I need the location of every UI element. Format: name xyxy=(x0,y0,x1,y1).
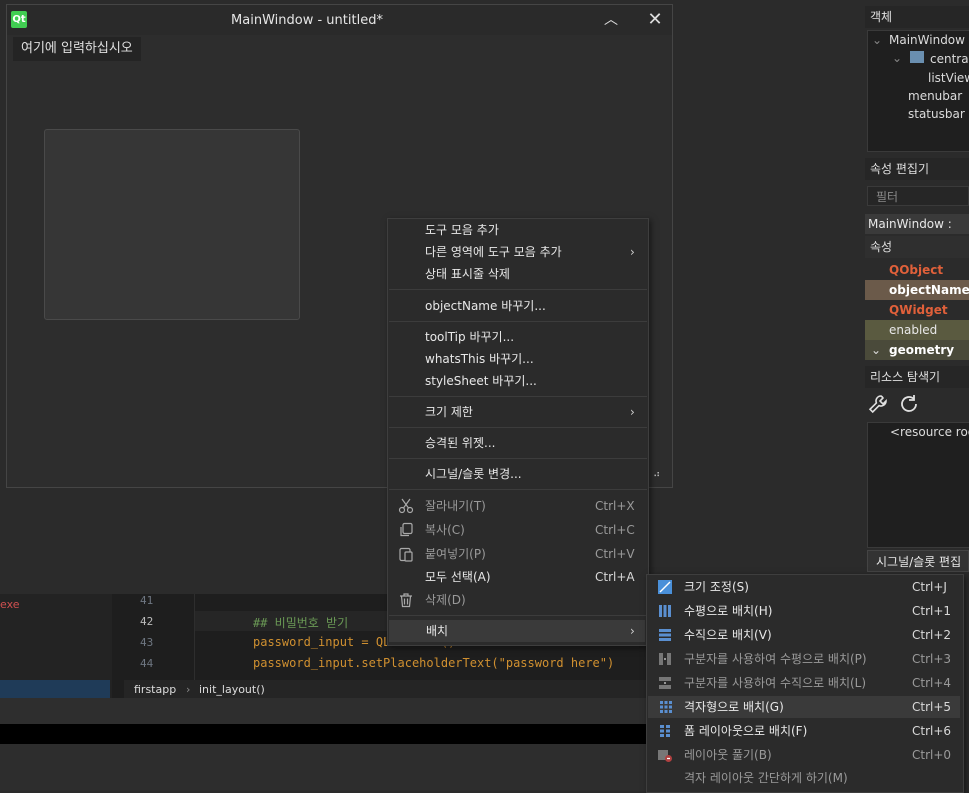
line-number-gutter: 41 42 43 44 xyxy=(124,594,195,684)
menu-item-change-tooltip[interactable]: toolTip 바꾸기... xyxy=(388,326,648,348)
menu-item-size-constraints[interactable]: 크기 제한 › xyxy=(388,401,648,423)
menu-separator xyxy=(389,615,647,616)
submenu-item-horizontal[interactable]: 수평으로 배치(H) Ctrl+1 xyxy=(647,600,963,622)
breadcrumb-file[interactable]: firstapp xyxy=(134,680,176,700)
property-column-header: 속성 xyxy=(865,236,969,258)
tree-item-menubar[interactable]: menubar xyxy=(908,89,962,103)
menu-separator xyxy=(389,289,647,290)
property-group-qobject: QObject xyxy=(889,263,944,277)
layout-submenu[interactable]: 크기 조정(S) Ctrl+J 수평으로 배치(H) Ctrl+1 수직으로 배치(… xyxy=(646,574,964,793)
chevron-down-icon[interactable]: ⌄ xyxy=(892,51,902,65)
form-menubar: 여기에 입력하십시오 xyxy=(7,35,672,63)
menu-item-select-all[interactable]: 모두 선택(A) Ctrl+A xyxy=(388,566,648,588)
menu-item-cut[interactable]: 잘라내기(T) Ctrl+X xyxy=(388,495,648,517)
submenu-item-h-splitter[interactable]: 구분자를 사용하여 수평으로 배치(P) Ctrl+3 xyxy=(647,648,963,670)
menu-item-change-signals-slots[interactable]: 시그널/슬롯 변경... xyxy=(388,463,648,485)
menu-item-change-whatsthis[interactable]: whatsThis 바꾸기... xyxy=(388,348,648,370)
submenu-item-grid[interactable]: 격자형으로 배치(G) Ctrl+5 xyxy=(648,696,960,718)
submenu-item-simplify-grid[interactable]: 격자 레이아웃 간단하게 하기(M) xyxy=(647,767,963,789)
menu-separator xyxy=(389,489,647,490)
h-splitter-icon xyxy=(659,653,671,665)
file-label: exe xyxy=(0,598,20,611)
editor-file-panel: exe xyxy=(0,594,112,704)
grid-layout-icon xyxy=(660,701,672,713)
context-menu[interactable]: 도구 모음 추가 다른 영역에 도구 모음 추가 › 상태 표시줄 삭제 obje… xyxy=(387,218,649,646)
submenu-item-break-layout[interactable]: 레이아웃 풀기(B) Ctrl+0 xyxy=(647,744,963,766)
property-editor-header: 속성 편집기 xyxy=(865,158,969,180)
tree-item-mainwindow[interactable]: MainWindow xyxy=(889,33,965,47)
vertical-layout-icon xyxy=(659,629,671,641)
form-titlebar: Qt MainWindow - untitled* ︿ ✕ xyxy=(7,5,672,35)
menu-separator xyxy=(389,458,647,459)
window-title: MainWindow - untitled* xyxy=(231,13,383,28)
chevron-right-icon: › xyxy=(630,245,635,259)
chevron-right-icon: › xyxy=(630,624,635,638)
chevron-down-icon[interactable]: ⌄ xyxy=(872,33,882,47)
maximize-button[interactable]: ︿ xyxy=(599,7,623,33)
break-layout-icon xyxy=(658,750,672,762)
menu-item-add-toolbar-other-area[interactable]: 다른 영역에 도구 모음 추가 › xyxy=(388,241,648,263)
copy-icon xyxy=(400,522,413,537)
property-filter-input[interactable]: 필터 xyxy=(867,186,969,206)
object-tree[interactable]: ⌄ MainWindow ⌄ centralw listView menubar… xyxy=(867,30,969,152)
line-number: 42 xyxy=(140,615,154,628)
trash-icon xyxy=(400,593,412,608)
resource-root-item[interactable]: <resource root xyxy=(890,425,969,439)
selected-file-row[interactable] xyxy=(0,680,110,698)
menu-type-here-placeholder[interactable]: 여기에 입력하십시오 xyxy=(13,37,141,61)
horizontal-layout-icon xyxy=(659,605,671,617)
chevron-right-icon: › xyxy=(630,405,635,419)
tab-signal-slot-editor[interactable]: 시그널/슬롯 편집 xyxy=(867,550,969,572)
submenu-item-adjust-size[interactable]: 크기 조정(S) Ctrl+J xyxy=(647,576,963,598)
line-number: 41 xyxy=(140,594,154,607)
breadcrumb: firstapp › init_layout() xyxy=(124,680,650,700)
line-number: 44 xyxy=(140,657,154,670)
close-button[interactable]: ✕ xyxy=(643,7,667,33)
selected-object-class: MainWindow : QM xyxy=(865,214,969,251)
property-group-qwidget: QWidget xyxy=(889,303,948,317)
line-number: 43 xyxy=(140,636,154,649)
tree-item-listview[interactable]: listView xyxy=(928,71,969,85)
chevron-right-icon: › xyxy=(186,683,191,696)
v-splitter-icon xyxy=(659,677,671,689)
menu-separator xyxy=(389,321,647,322)
resize-grip-icon[interactable]: ⠴ xyxy=(653,469,660,480)
submenu-item-v-splitter[interactable]: 구분자를 사용하여 수직으로 배치(L) Ctrl+4 xyxy=(647,672,963,694)
property-enabled[interactable]: enabled xyxy=(865,320,969,340)
wrench-icon[interactable] xyxy=(867,392,893,418)
paste-icon xyxy=(399,547,413,562)
property-objectname[interactable]: objectName xyxy=(865,280,969,300)
menu-item-remove-statusbar[interactable]: 상태 표시줄 삭제 xyxy=(388,263,648,285)
chevron-down-icon[interactable]: ⌄ xyxy=(871,340,881,360)
menu-item-add-toolbar[interactable]: 도구 모음 추가 xyxy=(388,219,648,241)
menu-separator xyxy=(389,427,647,428)
menu-separator xyxy=(389,396,647,397)
menu-item-change-stylesheet[interactable]: styleSheet 바꾸기... xyxy=(388,370,648,392)
tree-item-centralwidget[interactable]: centralw xyxy=(930,52,969,66)
form-layout-icon xyxy=(660,725,670,737)
breadcrumb-function[interactable]: init_layout() xyxy=(199,680,265,700)
submenu-item-vertical[interactable]: 수직으로 배치(V) Ctrl+2 xyxy=(647,624,963,646)
widget-icon xyxy=(910,51,924,63)
menu-item-paste[interactable]: 붙여넣기(P) Ctrl+V xyxy=(388,543,648,565)
adjust-size-icon xyxy=(658,580,672,594)
reload-icon[interactable] xyxy=(897,392,923,418)
code-line[interactable]: password_input.setPlaceholderText("passw… xyxy=(253,656,614,670)
submenu-item-form[interactable]: 폼 레이아웃으로 배치(F) Ctrl+6 xyxy=(647,720,963,742)
menu-item-delete[interactable]: 삭제(D) xyxy=(388,589,648,611)
object-inspector-header: 객체 xyxy=(865,6,969,28)
list-view-widget[interactable] xyxy=(44,129,300,320)
menu-item-promoted-widgets[interactable]: 승격된 위젯... xyxy=(388,432,648,454)
menu-item-layout[interactable]: 배치 › xyxy=(389,620,645,642)
menu-item-copy[interactable]: 복사(C) Ctrl+C xyxy=(388,519,648,541)
tree-item-statusbar[interactable]: statusbar xyxy=(908,107,965,121)
code-line[interactable]: ## 비밀번호 받기 xyxy=(253,614,348,631)
scissors-icon xyxy=(398,498,414,514)
resource-tree[interactable]: <resource root xyxy=(867,422,969,548)
menu-item-change-objectname[interactable]: objectName 바꾸기... xyxy=(388,295,648,317)
resource-browser-header: 리소스 탐색기 xyxy=(865,366,969,388)
